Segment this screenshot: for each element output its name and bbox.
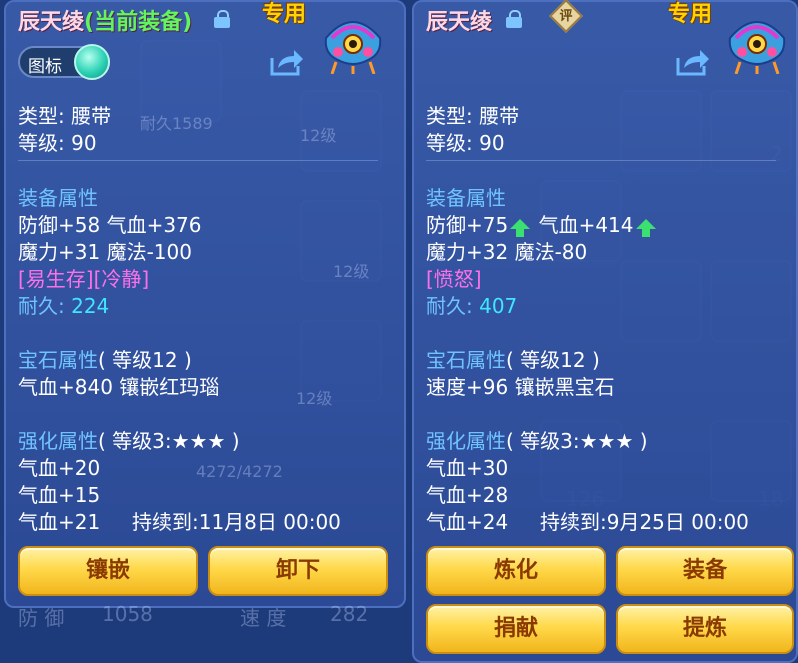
item-title: 辰天绫	[426, 4, 492, 36]
gem-line: 气血+840 镶嵌红玛瑙	[18, 375, 220, 399]
item-name: 辰天绫	[18, 10, 85, 35]
attr-defense: 防御+75	[426, 213, 509, 237]
extract-button[interactable]: 提炼	[616, 604, 794, 654]
durability-value: 407	[479, 294, 518, 318]
gem-level: ( 等级12 )	[506, 348, 600, 372]
bg-hp-text: 4272/4272	[196, 462, 283, 481]
gem-line: 速度+96 镶嵌黑宝石	[426, 375, 615, 399]
refine-button[interactable]: 炼化	[426, 546, 606, 596]
enhance-level: ( 等级3:★★★ )	[506, 429, 648, 453]
enhance-header-row: 强化属性( 等级3:★★★ )	[426, 425, 648, 454]
current-equipment-tag: (当前装备)	[84, 10, 193, 35]
bg-level-text: 12级	[333, 262, 370, 281]
enhance-line: 气血+28	[426, 483, 509, 507]
equip-attr-header: 装备属性	[426, 186, 506, 210]
bg-speed-label: 速 度	[240, 606, 287, 630]
bg-level-text: 12级	[300, 126, 337, 145]
gem-header-row: 宝石属性( 等级12 )	[18, 344, 192, 373]
bg-durability-text: 耐久1589	[140, 114, 213, 133]
attr-hp: 气血+414	[532, 213, 634, 237]
item-level: 等级: 90	[426, 131, 505, 155]
item-type: 类型: 腰带	[426, 104, 520, 128]
enhance-line: 气血+20	[18, 456, 101, 480]
divider	[426, 160, 776, 161]
durability-value: 224	[71, 294, 110, 318]
divider	[18, 160, 378, 161]
enhance-level: ( 等级3:★★★ )	[98, 429, 240, 453]
toggle-knob[interactable]	[74, 44, 110, 80]
enhance-line: 气血+30	[426, 456, 509, 480]
increase-arrow-icon	[635, 218, 656, 237]
special-effects: [愤怒]	[426, 267, 482, 291]
toggle-label: 图标	[28, 57, 62, 77]
item-name: 辰天绫	[426, 10, 493, 35]
gem-header-row: 宝石属性( 等级12 )	[426, 344, 600, 373]
bg-speed-value: 282	[330, 602, 369, 626]
enhance-line: 气血+15	[18, 483, 101, 507]
item-mask-icon	[728, 21, 786, 74]
attr-line: 魔力+31 魔法-100	[18, 240, 192, 264]
gem-level: ( 等级12 )	[98, 348, 192, 372]
share-icon[interactable]	[270, 48, 304, 76]
increase-arrow-icon	[510, 218, 531, 237]
item-title: 辰天绫(当前装备)	[18, 4, 192, 36]
equip-button[interactable]: 装备	[616, 546, 794, 596]
bg-defense-label: 防 御	[18, 606, 65, 630]
enhance-line: 气血+24	[426, 510, 509, 534]
special-label: 专用	[262, 2, 307, 27]
duration: 持续到:9月25日 00:00	[540, 510, 749, 534]
equip-attr-header: 装备属性	[18, 186, 98, 210]
durability-label: 耐久:	[426, 294, 480, 318]
special-effects: [易生存][冷静]	[18, 267, 150, 291]
gem-header: 宝石属性	[18, 348, 98, 372]
durability-label: 耐久:	[18, 294, 72, 318]
bg-level-text: 12级	[296, 389, 333, 408]
lock-icon	[506, 10, 522, 28]
unequip-button[interactable]: 卸下	[208, 546, 388, 596]
attr-line: 防御+58 气血+376	[18, 213, 202, 237]
durability: 耐久: 224	[18, 290, 109, 319]
icon-toggle[interactable]: 图标	[18, 44, 110, 80]
enhance-line: 气血+21	[18, 510, 101, 534]
donate-button[interactable]: 捐献	[426, 604, 606, 654]
lock-icon	[214, 10, 230, 28]
rating-badge-label: 评	[559, 9, 573, 24]
share-icon[interactable]	[676, 48, 710, 76]
item-type: 类型: 腰带	[18, 104, 112, 128]
enhance-header: 强化属性	[18, 429, 98, 453]
special-label: 专用	[668, 2, 713, 27]
item-mask-icon	[324, 21, 382, 74]
attr-line: 防御+75 气血+414	[426, 209, 658, 238]
bg-defense-value: 1058	[102, 602, 153, 626]
gem-header: 宝石属性	[426, 348, 506, 372]
enhance-header: 强化属性	[426, 429, 506, 453]
duration: 持续到:11月8日 00:00	[132, 510, 341, 534]
durability: 耐久: 407	[426, 290, 517, 319]
enhance-header-row: 强化属性( 等级3:★★★ )	[18, 425, 240, 454]
item-level: 等级: 90	[18, 131, 97, 155]
attr-line: 魔力+32 魔法-80	[426, 240, 588, 264]
inlay-button[interactable]: 镶嵌	[18, 546, 198, 596]
